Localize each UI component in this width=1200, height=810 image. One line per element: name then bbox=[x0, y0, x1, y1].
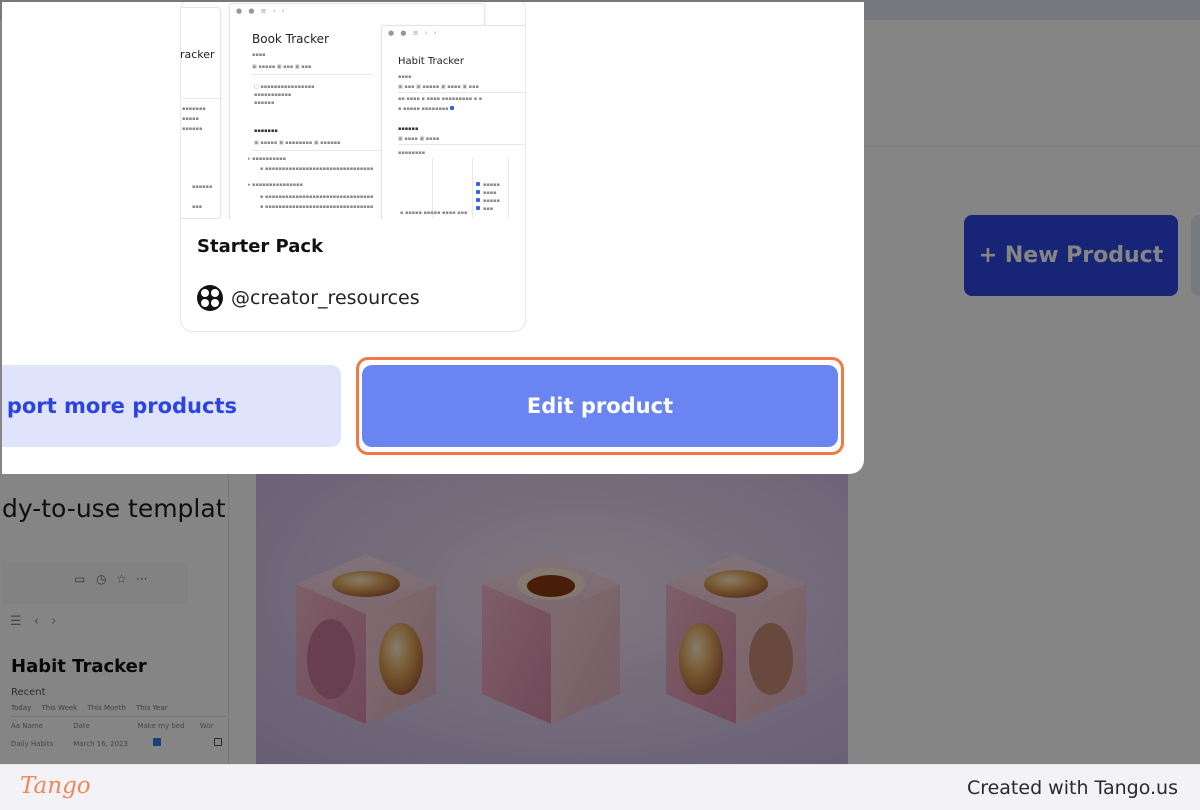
thumb-doc-habit: ● ● ≡ ‹ › Habit Tracker ▪▪▪▪ ▣ ▪▪▪ ▣ ▪▪▪… bbox=[381, 25, 525, 219]
tango-footer: Tango Created with Tango.us bbox=[0, 764, 1200, 810]
thumb-doc-toolbar: ● ● ≡ ‹ › bbox=[236, 7, 287, 15]
edit-product-button[interactable]: Edit product bbox=[362, 365, 838, 447]
thumb-doc-book-title: Book Tracker bbox=[252, 32, 329, 46]
thumb-doc-toolbar: ● ● ≡ ‹ › bbox=[388, 29, 439, 37]
thumb-doc-left-title: racker bbox=[181, 48, 215, 61]
creator-row[interactable]: @creator_resources bbox=[197, 285, 420, 311]
tango-logo[interactable]: Tango bbox=[20, 773, 91, 799]
product-thumbnail: racker ▪▪▪▪▪▪▪ ▪▪▪▪▪ ▪▪▪▪▪▪ ▪▪▪▪▪▪ ▪▪▪ ●… bbox=[181, 2, 525, 219]
import-more-products-button[interactable]: port more products bbox=[2, 365, 341, 447]
product-card[interactable]: racker ▪▪▪▪▪▪▪ ▪▪▪▪▪ ▪▪▪▪▪▪ ▪▪▪▪▪▪ ▪▪▪ ●… bbox=[180, 2, 526, 332]
thumb-doc-left: racker ▪▪▪▪▪▪▪ ▪▪▪▪▪ ▪▪▪▪▪▪ ▪▪▪▪▪▪ ▪▪▪ bbox=[181, 7, 222, 219]
product-title: Starter Pack bbox=[197, 236, 324, 257]
thumb-doc-habit-title: Habit Tracker bbox=[398, 56, 464, 67]
creator-logo-icon bbox=[197, 285, 223, 311]
product-modal: racker ▪▪▪▪▪▪▪ ▪▪▪▪▪ ▪▪▪▪▪▪ ▪▪▪▪▪▪ ▪▪▪ ●… bbox=[2, 2, 864, 474]
creator-handle[interactable]: @creator_resources bbox=[231, 287, 420, 309]
tango-credit[interactable]: Created with Tango.us bbox=[967, 777, 1178, 799]
